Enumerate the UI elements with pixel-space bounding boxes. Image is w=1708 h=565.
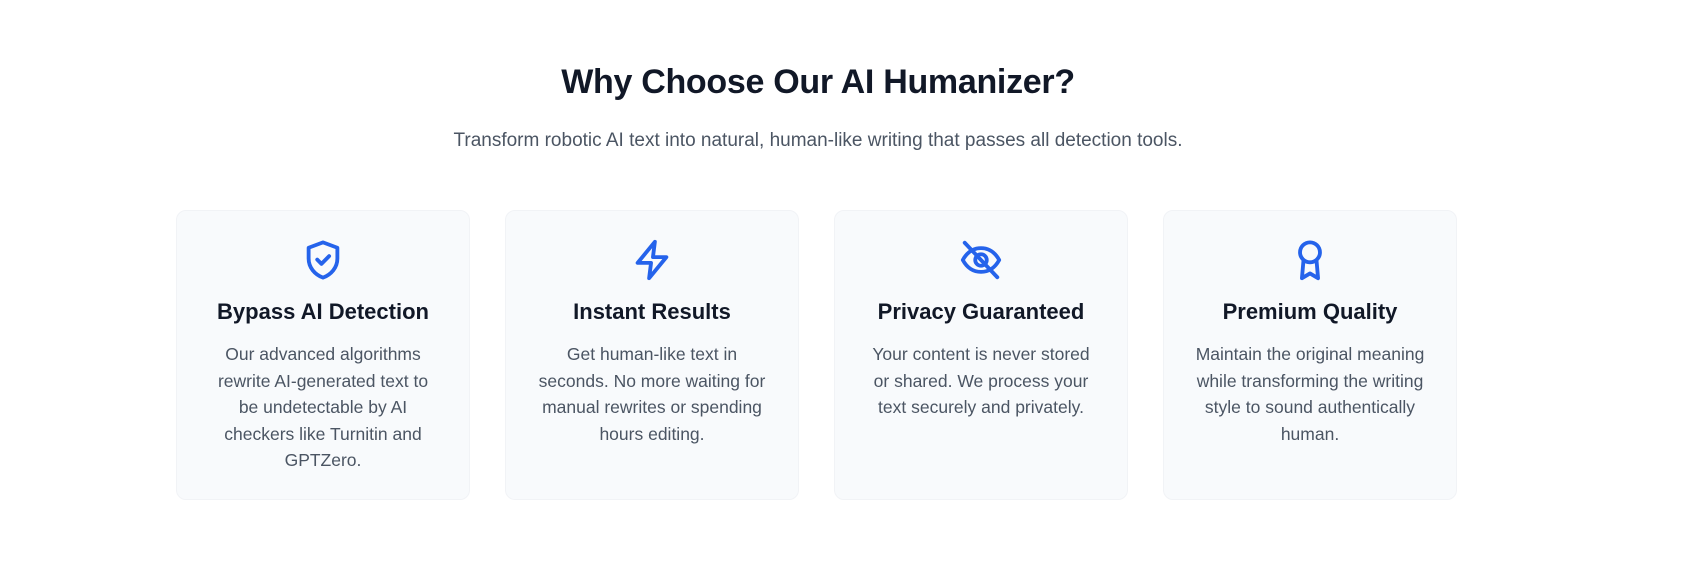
feature-description: Your content is never stored or shared. … bbox=[872, 344, 1090, 417]
section-subtitle: Transform robotic AI text into natural, … bbox=[453, 130, 1183, 151]
section-title: Why Choose Our AI Humanizer? bbox=[561, 63, 1075, 101]
eye-off-icon bbox=[958, 237, 1004, 283]
feature-title: Premium Quality bbox=[1222, 299, 1398, 324]
feature-title: Instant Results bbox=[573, 299, 731, 324]
feature-description: Maintain the original meaning while tran… bbox=[1195, 344, 1425, 444]
feature-description: Our advanced algorithms rewrite AI-gener… bbox=[217, 344, 429, 470]
feature-card-bypass-ai-detection: Bypass AI Detection Our advanced algorit… bbox=[176, 210, 470, 500]
feature-card-premium-quality: Premium Quality Maintain the original me… bbox=[1163, 210, 1457, 500]
lightning-bolt-icon bbox=[629, 237, 675, 283]
feature-description: Get human-like text in seconds. No more … bbox=[538, 344, 766, 444]
shield-check-icon bbox=[300, 237, 346, 283]
feature-cards: Bypass AI Detection Our advanced algorit… bbox=[176, 210, 1457, 500]
features-section: Why Choose Our AI Humanizer? Transform r… bbox=[0, 0, 1708, 565]
feature-card-instant-results: Instant Results Get human-like text in s… bbox=[505, 210, 799, 500]
award-ribbon-icon bbox=[1287, 237, 1333, 283]
feature-title: Bypass AI Detection bbox=[217, 299, 429, 324]
feature-card-privacy-guaranteed: Privacy Guaranteed Your content is never… bbox=[834, 210, 1128, 500]
feature-title: Privacy Guaranteed bbox=[877, 299, 1085, 324]
